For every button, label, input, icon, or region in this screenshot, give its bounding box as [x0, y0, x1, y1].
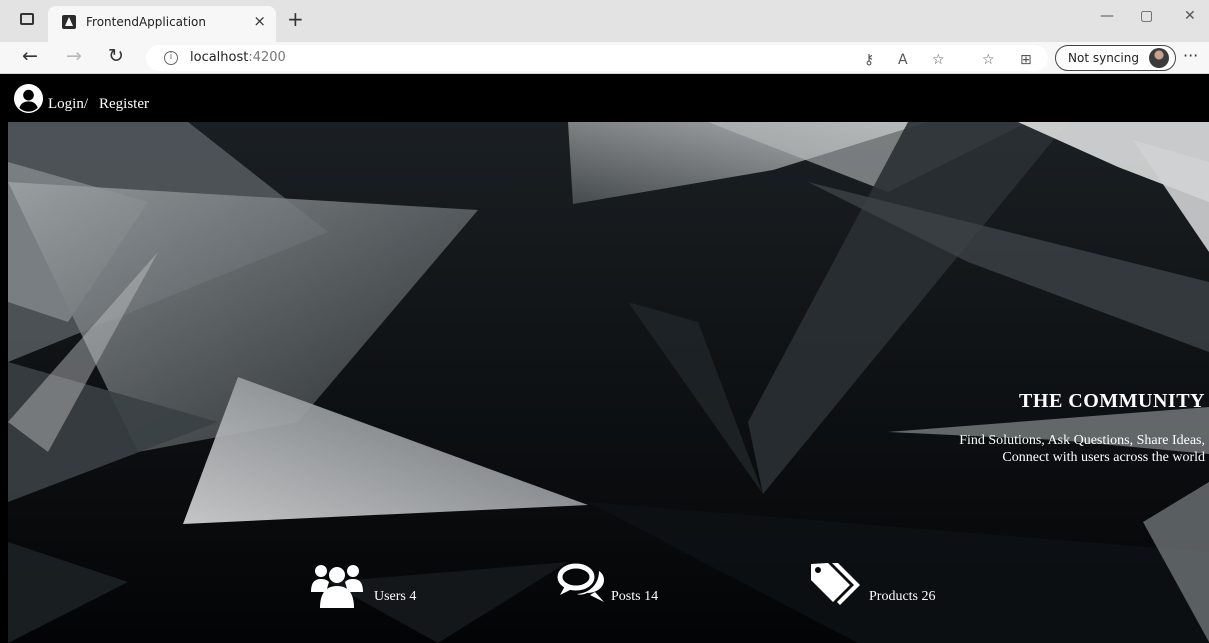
new-tab-icon[interactable]: +	[287, 7, 304, 31]
users-group-icon	[311, 565, 363, 608]
tab-actions-icon[interactable]	[20, 13, 34, 25]
register-link[interactable]: Register	[99, 96, 149, 113]
hero-banner: THE COMMUNITY Find Solutions, Ask Questi…	[8, 122, 1209, 643]
address-bar: ← → ↻ i localhost:4200 ⚷ A ☆ ☆ ⊞ Not syn…	[0, 42, 1209, 74]
page-content: Login/ Register THE COMMUNITY Find Solut…	[0, 74, 1209, 643]
angular-favicon-icon	[62, 15, 76, 29]
profile-sync-button[interactable]: Not syncing	[1055, 45, 1176, 71]
url-field[interactable]: i localhost:4200 ⚷ A ☆	[146, 45, 1048, 71]
products-count: Products 26	[869, 589, 936, 604]
profile-avatar-icon	[1149, 48, 1169, 68]
user-circle-icon[interactable]	[13, 83, 44, 114]
hero-subtitle: Find Solutions, Ask Questions, Share Ide…	[959, 432, 1205, 466]
password-key-icon[interactable]: ⚷	[864, 52, 874, 68]
hero-title: THE COMMUNITY	[1019, 390, 1205, 412]
forward-icon[interactable]: →	[66, 45, 82, 67]
url-port: :4200	[248, 50, 286, 65]
close-window-icon[interactable]: ✕	[1184, 8, 1196, 24]
minimize-icon[interactable]: —	[1100, 8, 1114, 24]
browser-tab[interactable]: FrontendApplication ×	[48, 6, 276, 42]
top-navigation: Login/ Register	[0, 74, 1209, 122]
abstract-shards-background	[8, 122, 1209, 643]
read-aloud-icon[interactable]: A	[898, 52, 908, 68]
posts-count: Posts 14	[611, 589, 659, 604]
url-text: localhost:4200	[190, 50, 286, 65]
collections-icon[interactable]: ⊞	[1020, 52, 1032, 68]
tab-title: FrontendApplication	[86, 15, 207, 29]
login-link[interactable]: Login/	[48, 96, 88, 113]
restore-icon[interactable]: ▢	[1140, 8, 1153, 24]
users-count: Users 4	[374, 589, 417, 604]
browser-tab-strip: FrontendApplication × + — ▢ ✕	[0, 0, 1209, 42]
url-host: localhost	[190, 50, 249, 65]
hero-subtitle-line-1: Find Solutions, Ask Questions, Share Ide…	[959, 433, 1205, 448]
comments-icon	[557, 563, 604, 602]
refresh-icon[interactable]: ↻	[108, 45, 124, 67]
hero-subtitle-line-2: Connect with users across the world	[1002, 450, 1205, 465]
favorites-icon[interactable]: ☆	[982, 52, 995, 68]
sync-label: Not syncing	[1068, 51, 1139, 65]
more-menu-icon[interactable]: ···	[1183, 46, 1198, 65]
site-info-icon[interactable]: i	[164, 51, 178, 65]
tab-close-icon[interactable]: ×	[253, 12, 266, 30]
tags-icon	[811, 563, 860, 605]
back-icon[interactable]: ←	[22, 45, 38, 67]
add-favorite-icon[interactable]: ☆	[932, 52, 945, 68]
